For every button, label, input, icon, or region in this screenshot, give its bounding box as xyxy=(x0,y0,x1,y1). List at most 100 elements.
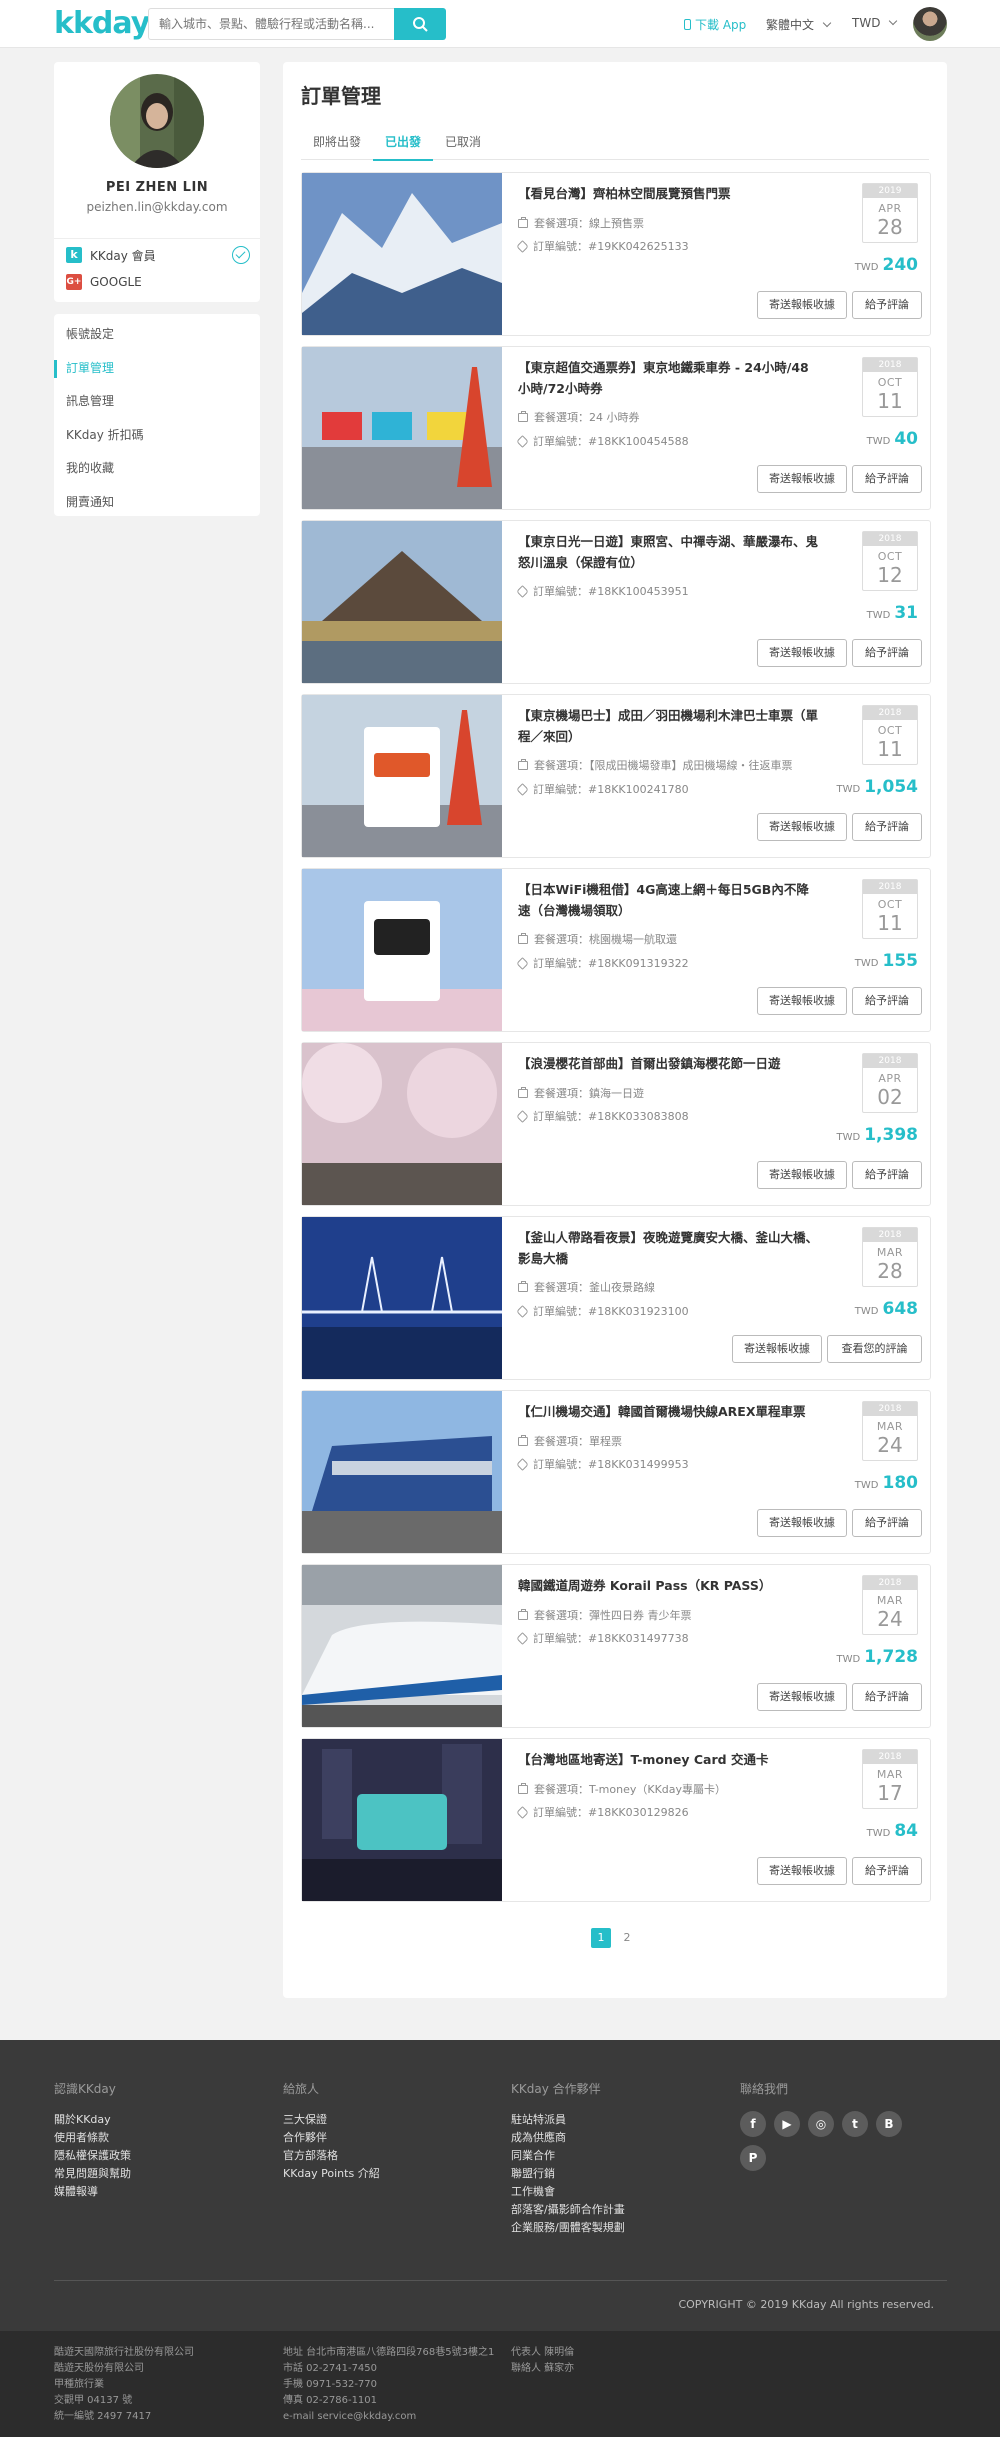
write-review-button[interactable]: 給予評論 xyxy=(852,1683,922,1711)
write-review-button[interactable]: 給予評論 xyxy=(852,639,922,667)
order-title[interactable]: 【釜山人帶路看夜景】夜晚遊覽廣安大橋、釜山大橋、影島大橋 xyxy=(518,1227,818,1269)
order-thumbnail[interactable] xyxy=(302,1391,502,1553)
order-thumbnail[interactable] xyxy=(302,173,502,335)
order-title[interactable]: 【浪漫櫻花首部曲】首爾出發鎮海櫻花節一日遊 xyxy=(518,1053,818,1074)
footer-link[interactable]: 同業合作 xyxy=(511,2147,625,2165)
order-thumbnail[interactable] xyxy=(302,347,502,509)
order-title[interactable]: 【仁川機場交通】韓國首爾機場快線AREX單程車票 xyxy=(518,1401,818,1422)
page-1-button[interactable]: 1 xyxy=(591,1928,611,1948)
menu-item-account-settings[interactable]: 帳號設定 xyxy=(54,318,260,352)
send-receipt-button[interactable]: 寄送報帳收據 xyxy=(757,1683,847,1711)
send-receipt-button[interactable]: 寄送報帳收據 xyxy=(757,813,847,841)
write-review-button[interactable]: 給予評論 xyxy=(852,291,922,319)
footer-link[interactable]: 部落客/攝影師合作計畫 xyxy=(511,2201,625,2219)
order-thumbnail[interactable] xyxy=(302,1043,502,1205)
view-review-button[interactable]: 查看您的評論 xyxy=(827,1335,922,1363)
instagram-icon[interactable]: ◎ xyxy=(808,2111,834,2137)
write-review-button[interactable]: 給予評論 xyxy=(852,1161,922,1189)
search-button[interactable] xyxy=(394,8,446,40)
order-card[interactable]: 【東京機場巴士】成田／羽田機場利木津巴士車票（單程／來回） 套餐選項：【限成田機… xyxy=(301,694,931,858)
write-review-button[interactable]: 給予評論 xyxy=(852,813,922,841)
send-receipt-button[interactable]: 寄送報帳收據 xyxy=(757,1857,847,1885)
order-title[interactable]: 【看見台灣】齊柏林空間展覽預售門票 xyxy=(518,183,818,204)
order-card[interactable]: 【看見台灣】齊柏林空間展覽預售門票 套餐選項：線上預售票 訂單編號：#19KK0… xyxy=(301,172,931,336)
order-thumbnail[interactable] xyxy=(302,521,502,683)
facebook-icon[interactable]: f xyxy=(740,2111,766,2137)
footer-heading: 給旅人 xyxy=(283,2082,320,2096)
language-select[interactable]: 繁體中文 xyxy=(766,16,832,33)
order-thumbnail[interactable] xyxy=(302,1217,502,1379)
send-receipt-button[interactable]: 寄送報帳收據 xyxy=(757,291,847,319)
pinterest-icon[interactable]: P xyxy=(740,2145,766,2171)
order-title[interactable]: 【台灣地區地寄送】T-money Card 交通卡 xyxy=(518,1749,818,1770)
menu-item-order-management[interactable]: 訂單管理 xyxy=(54,352,260,386)
order-card[interactable]: 【台灣地區地寄送】T-money Card 交通卡 套餐選項：T-money（K… xyxy=(301,1738,931,1902)
blog-icon[interactable]: B xyxy=(876,2111,902,2137)
tab-cancelled[interactable]: 已取消 xyxy=(433,128,493,160)
order-card[interactable]: 【浪漫櫻花首部曲】首爾出發鎮海櫻花節一日遊 套餐選項：鎮海一日遊 訂單編號：#1… xyxy=(301,1042,931,1206)
page-2-button[interactable]: 2 xyxy=(617,1928,637,1948)
package-icon xyxy=(518,1086,528,1098)
footer-link[interactable]: 媒體報導 xyxy=(54,2183,131,2201)
order-card[interactable]: 【仁川機場交通】韓國首爾機場快線AREX單程車票 套餐選項：單程票 訂單編號：#… xyxy=(301,1390,931,1554)
linked-account-google[interactable]: G+ GOOGLE xyxy=(66,273,250,291)
youtube-icon[interactable]: ▶ xyxy=(774,2111,800,2137)
write-review-button[interactable]: 給予評論 xyxy=(852,987,922,1015)
twitter-icon[interactable]: t xyxy=(842,2111,868,2137)
order-title[interactable]: 【東京超值交通票券】東京地鐵乘車券 - 24小時/48小時/72小時券 xyxy=(518,357,818,399)
order-card[interactable]: 【東京超值交通票券】東京地鐵乘車券 - 24小時/48小時/72小時券 套餐選項… xyxy=(301,346,931,510)
footer-link[interactable]: 合作夥伴 xyxy=(283,2129,380,2147)
footer-link[interactable]: 隱私權保護政策 xyxy=(54,2147,131,2165)
app-download-link[interactable]: 下載 App xyxy=(684,16,746,33)
order-title[interactable]: 【東京日光一日遊】東照宮、中禪寺湖、華嚴瀑布、鬼怒川溫泉（保證有位） xyxy=(518,531,818,573)
send-receipt-button[interactable]: 寄送報帳收據 xyxy=(757,987,847,1015)
order-title[interactable]: 韓國鐵道周遊券 Korail Pass（KR PASS） xyxy=(518,1575,818,1596)
send-receipt-button[interactable]: 寄送報帳收據 xyxy=(757,465,847,493)
menu-item-coupons[interactable]: KKday 折扣碼 xyxy=(54,419,260,453)
footer-link[interactable]: 成為供應商 xyxy=(511,2129,625,2147)
kkday-logo[interactable]: kkday xyxy=(54,6,150,41)
order-thumbnail[interactable] xyxy=(302,695,502,857)
footer-link[interactable]: KKday Points 介紹 xyxy=(283,2165,380,2183)
send-receipt-button[interactable]: 寄送報帳收據 xyxy=(732,1335,822,1363)
kkday-icon: k xyxy=(66,247,82,263)
footer-link[interactable]: 企業服務/團體客製規劃 xyxy=(511,2219,625,2237)
footer-col-about: 認識KKday 關於KKday 使用者條款 隱私權保護政策 常見問題與幫助 媒體… xyxy=(54,2080,131,2201)
menu-item-favorites[interactable]: 我的收藏 xyxy=(54,452,260,486)
copyright: COPYRIGHT © 2019 KKday All rights reserv… xyxy=(678,2298,934,2311)
send-receipt-button[interactable]: 寄送報帳收據 xyxy=(757,639,847,667)
order-card[interactable]: 【日本WiFi機租借】4G高速上網＋每日5GB內不降速（台灣機場領取） 套餐選項… xyxy=(301,868,931,1032)
order-thumbnail[interactable] xyxy=(302,1739,502,1901)
footer-link[interactable]: 官方部落格 xyxy=(283,2147,380,2165)
footer-link[interactable]: 駐站特派員 xyxy=(511,2111,625,2129)
write-review-button[interactable]: 給予評論 xyxy=(852,1509,922,1537)
package-icon xyxy=(518,1782,528,1794)
footer-link[interactable]: 工作機會 xyxy=(511,2183,625,2201)
footer-link[interactable]: 聯盟行銷 xyxy=(511,2165,625,2183)
send-receipt-button[interactable]: 寄送報帳收據 xyxy=(757,1161,847,1189)
order-thumbnail[interactable] xyxy=(302,869,502,1031)
user-avatar[interactable] xyxy=(913,7,947,41)
footer-link[interactable]: 關於KKday xyxy=(54,2111,131,2129)
write-review-button[interactable]: 給予評論 xyxy=(852,465,922,493)
tab-upcoming[interactable]: 即將出發 xyxy=(301,128,373,160)
tab-departed[interactable]: 已出發 xyxy=(373,128,434,161)
tag-icon xyxy=(516,1631,529,1645)
menu-item-messages[interactable]: 訊息管理 xyxy=(54,385,260,419)
menu-item-sale-notifications[interactable]: 開賣通知 xyxy=(54,486,260,520)
footer-link[interactable]: 使用者條款 xyxy=(54,2129,131,2147)
order-card[interactable]: 【東京日光一日遊】東照宮、中禪寺湖、華嚴瀑布、鬼怒川溫泉（保證有位） 訂單編號：… xyxy=(301,520,931,684)
order-card[interactable]: 【釜山人帶路看夜景】夜晚遊覽廣安大橋、釜山大橋、影島大橋 套餐選項：釜山夜景路線… xyxy=(301,1216,931,1380)
order-title[interactable]: 【東京機場巴士】成田／羽田機場利木津巴士車票（單程／來回） xyxy=(518,705,818,747)
date-badge: 2018 OCT 12 xyxy=(862,531,918,591)
write-review-button[interactable]: 給予評論 xyxy=(852,1857,922,1885)
search-input[interactable] xyxy=(148,8,394,40)
order-title[interactable]: 【日本WiFi機租借】4G高速上網＋每日5GB內不降速（台灣機場領取） xyxy=(518,879,818,921)
footer-link[interactable]: 三大保證 xyxy=(283,2111,380,2129)
currency-select[interactable]: TWD xyxy=(852,16,898,30)
order-thumbnail[interactable] xyxy=(302,1565,502,1727)
send-receipt-button[interactable]: 寄送報帳收據 xyxy=(757,1509,847,1537)
order-card[interactable]: 韓國鐵道周遊券 Korail Pass（KR PASS） 套餐選項：彈性四日券 … xyxy=(301,1564,931,1728)
footer-link[interactable]: 常見問題與幫助 xyxy=(54,2165,131,2183)
footer-heading: 聯絡我們 xyxy=(740,2082,789,2096)
